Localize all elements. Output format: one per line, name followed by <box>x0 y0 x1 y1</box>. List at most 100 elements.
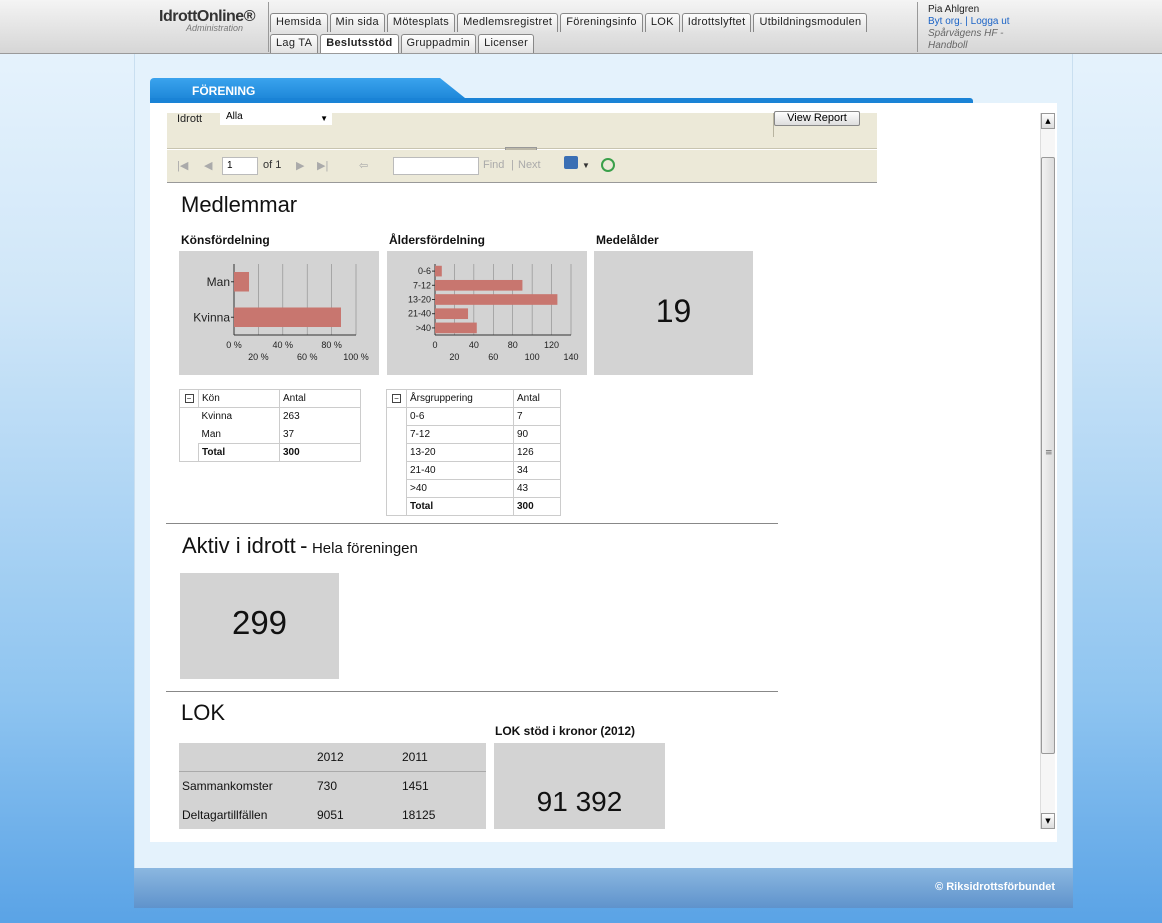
grip-icon: ≡ <box>1045 448 1053 458</box>
age-chart-bar <box>435 265 442 277</box>
gender-chart-tick-label: 0 % <box>226 340 242 350</box>
age-chart-tick-label: 100 <box>525 352 540 362</box>
column-header: Antal <box>513 389 561 408</box>
gender-chart-bar <box>234 271 250 292</box>
tab-hemsida[interactable]: Hemsida <box>270 13 328 32</box>
tab-idrottslyftet[interactable]: Idrottslyftet <box>681 13 752 32</box>
age-chart-bar <box>435 294 558 305</box>
table-cell: Sammankomster <box>182 779 273 794</box>
tab-föreningsinfo[interactable]: Föreningsinfo <box>560 13 643 32</box>
table-cell: Kvinna <box>201 411 233 423</box>
table-cell: 300 <box>513 497 561 516</box>
gender-chart: Man Kvinna 0 % 20 % 40 %60 %80 %100 % <box>193 264 369 362</box>
table-cell: 263 <box>279 407 361 426</box>
gender-table: − Kön Antal Kvinna 263 Man 37 Total 300 <box>179 389 361 462</box>
table-cell: Total <box>406 497 514 516</box>
page-number-input[interactable]: 1 <box>222 157 258 175</box>
export-icon[interactable] <box>564 156 578 169</box>
age-chart-tick-label: 120 <box>544 340 559 350</box>
column-header: Årsgruppering <box>406 389 514 408</box>
minus-icon: − <box>392 394 401 403</box>
back-icon[interactable]: ⇦ <box>359 159 368 172</box>
gender-chart-tick-label: 80 % <box>321 340 342 350</box>
age-chart-category-label: 7-12 <box>413 280 431 290</box>
gender-chart-category-label: Man <box>207 275 230 289</box>
age-chart-bar <box>435 308 469 320</box>
table-cell: 37 <box>279 425 361 444</box>
age-chart-category-label: 13-20 <box>408 295 431 305</box>
gender-chart-tick-label: 40 % <box>273 340 294 350</box>
gender-chart-tick-label: 20 % <box>248 352 269 362</box>
tab-gruppadmin[interactable]: Gruppadmin <box>400 34 477 53</box>
table-row: 21-40 34 <box>386 461 561 480</box>
tab-lag-ta[interactable]: Lag TA <box>270 34 319 53</box>
collapse-toggle[interactable]: − <box>179 389 199 408</box>
table-header-row: 2012 2011 <box>179 743 486 772</box>
org-name: Spårvägens HF - Handboll <box>928 28 1004 51</box>
find-separator: | <box>511 159 514 171</box>
table-cell: 90 <box>513 425 561 444</box>
scroll-thumb[interactable]: ≡ <box>1041 157 1055 754</box>
table-cell: 7-12 <box>406 425 514 444</box>
mean-age-title: Medelålder <box>596 233 659 247</box>
table-cell: 7 <box>513 407 561 426</box>
first-page-icon[interactable]: |◀ <box>177 159 188 172</box>
main-nav-row-2: Lag TA Beslutsstöd Gruppadmin Licenser <box>270 34 535 53</box>
age-chart-tick-label: 20 <box>449 352 459 362</box>
tab-beslutsstöd[interactable]: Beslutsstöd <box>320 34 399 53</box>
age-chart-bar <box>435 279 523 291</box>
find-input[interactable] <box>393 157 479 175</box>
gender-chart-category-label: Kvinna <box>193 310 230 324</box>
logout-link[interactable]: Logga ut <box>971 16 1010 27</box>
age-chart: 0-6 7-12 13-20 21-40 >400 20 40 60 80 100 120 140 <box>408 264 579 362</box>
column-header: 2012 <box>317 750 344 765</box>
report-scrollbar[interactable]: ▲ ≡ ▼ <box>1040 113 1055 829</box>
table-row: 13-20 126 <box>386 443 561 462</box>
table-header-row: − Kön Antal <box>179 389 361 408</box>
next-page-icon[interactable]: ▶ <box>296 159 304 172</box>
export-dropdown-icon[interactable]: ▼ <box>582 161 590 170</box>
tab-mötesplats[interactable]: Mötesplats <box>386 13 456 32</box>
mean-age-box: 19 <box>594 251 753 375</box>
minus-icon: − <box>184 394 194 403</box>
view-report-button[interactable]: View Report <box>774 111 860 126</box>
age-chart-category-label: 0-6 <box>418 266 431 276</box>
table-cell: >40 <box>406 479 514 498</box>
scroll-down-icon[interactable]: ▼ <box>1041 813 1055 829</box>
gender-chart-title: Könsfördelning <box>181 233 270 247</box>
collapse-toggle[interactable]: − <box>386 389 407 408</box>
age-chart-tick-label: 60 <box>488 352 498 362</box>
tab-utbildningsmodulen[interactable]: Utbildningsmodulen <box>753 13 868 32</box>
idrottonline-logo[interactable]: IdrottOnline® Administration <box>155 8 255 33</box>
table-row: Kvinna 263 <box>179 407 361 426</box>
scroll-up-icon[interactable]: ▲ <box>1041 113 1055 129</box>
prev-page-icon[interactable]: ◀ <box>204 159 212 172</box>
next-link[interactable]: Next <box>518 159 541 171</box>
age-chart-bar <box>435 322 477 334</box>
tab-min-sida[interactable]: Min sida <box>329 13 385 32</box>
table-row: >40 43 <box>386 479 561 498</box>
table-cell: Total <box>198 443 280 462</box>
refresh-icon[interactable] <box>601 158 615 172</box>
switch-org-link[interactable]: Byt org. <box>928 16 962 27</box>
table-row: Man 37 <box>179 425 361 444</box>
last-page-icon[interactable]: ▶| <box>317 159 328 172</box>
report-toolbar: |◀ ◀ 1 of 1 ▶ ▶| ⇦ Find | Next ▼ <box>167 150 877 183</box>
column-header: Kön <box>198 389 280 408</box>
age-chart-tick-label: 0 <box>432 340 437 350</box>
section-divider <box>166 691 778 692</box>
active-title: Aktiv i idrott - Hela föreningen <box>182 533 418 559</box>
tab-medlemsregistret[interactable]: Medlemsregistret <box>457 13 559 32</box>
table-cell: 43 <box>513 479 561 498</box>
find-link[interactable]: Find <box>483 159 504 171</box>
age-chart-title: Åldersfördelning <box>389 233 486 247</box>
table-header-row: − Årsgruppering Antal <box>386 389 561 408</box>
tab-licenser[interactable]: Licenser <box>478 34 535 53</box>
idrott-select[interactable]: Alla ▼ <box>220 112 332 125</box>
table-cell: Man <box>201 428 221 440</box>
table-cell: 13-20 <box>406 443 514 462</box>
header-divider <box>917 2 918 52</box>
age-chart-box: 0-6 7-12 13-20 21-40 >40 0 20 40 60 80 100 120 140 <box>387 251 587 375</box>
tab-lok[interactable]: LOK <box>644 13 680 32</box>
table-row: 0-6 7 <box>386 407 561 426</box>
